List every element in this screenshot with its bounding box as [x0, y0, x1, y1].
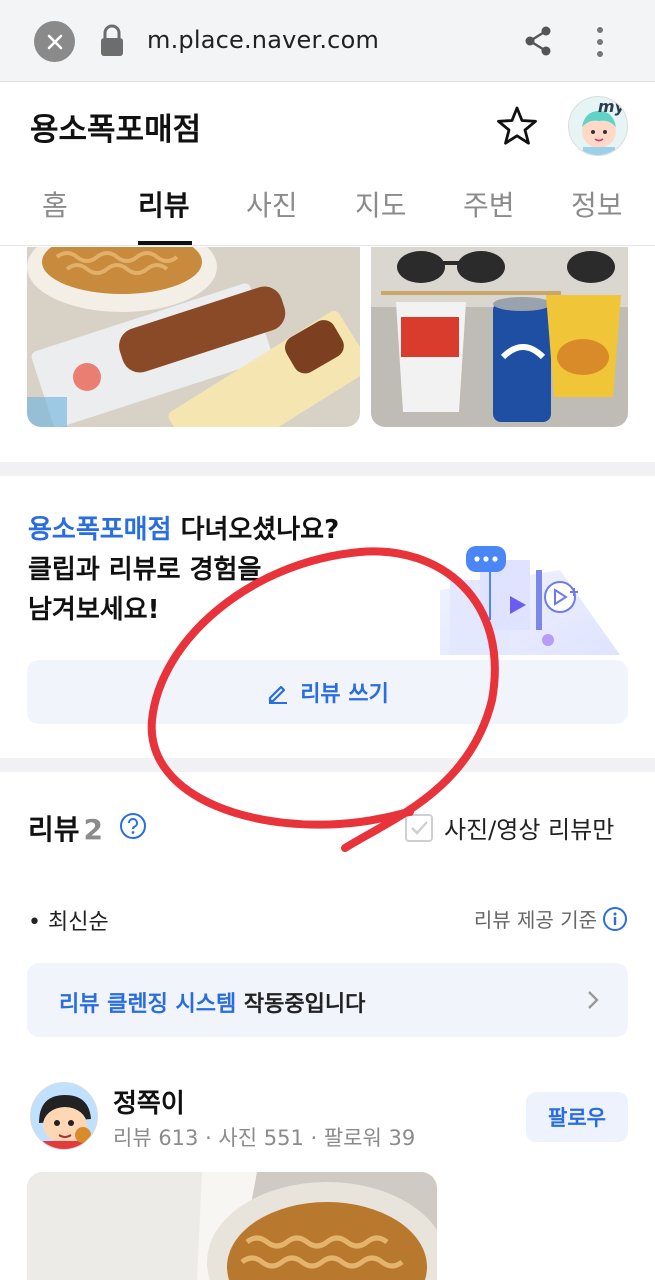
info-icon[interactable]: [602, 906, 628, 932]
follow-button[interactable]: 팔로우: [526, 1092, 628, 1142]
pencil-icon: [269, 685, 288, 704]
more-vert-icon[interactable]: [585, 22, 615, 62]
reviews-heading: 리뷰 2: [28, 808, 103, 848]
banner-text: 리뷰 클렌징 시스템 작동중입니다: [59, 986, 365, 1018]
url-text[interactable]: m.place.naver.com: [147, 26, 379, 54]
sort-latest[interactable]: • 최신순: [28, 904, 109, 936]
close-icon[interactable]: [34, 21, 75, 62]
section-divider: [0, 758, 655, 772]
tab-info[interactable]: 정보: [571, 184, 623, 224]
review-cleansing-banner[interactable]: 리뷰 클렌징 시스템 작동중입니다: [27, 963, 628, 1037]
tab-home[interactable]: 홈: [42, 184, 68, 224]
clip-illustration-icon: [440, 546, 620, 655]
reviews-count: 2: [83, 813, 104, 846]
reviewer-stats: 리뷰 613 · 사진 551 · 팔로워 39: [113, 1126, 416, 1150]
prompt-line3: 남겨보세요!: [28, 595, 160, 625]
star-icon[interactable]: [495, 104, 539, 148]
my-label: my: [597, 97, 625, 116]
reviewer-name[interactable]: 정쪽이: [113, 1083, 185, 1120]
help-icon[interactable]: [119, 812, 147, 840]
banner-rest: 작동중입니다: [236, 992, 366, 1017]
prompt-place-name[interactable]: 용소폭포매점: [28, 515, 172, 545]
reviewer-avatar[interactable]: [30, 1082, 98, 1150]
prompt-line2: 클립과 리뷰로 경험을: [28, 555, 262, 585]
banner-highlight: 리뷰 클렌징 시스템: [59, 992, 237, 1017]
tab-photo[interactable]: 사진: [246, 184, 298, 224]
tab-review[interactable]: 리뷰: [138, 184, 190, 224]
lock-icon: [101, 24, 123, 56]
tab-bar: 홈 리뷰 사진 지도 주변 정보: [0, 180, 655, 246]
tab-active-indicator: [138, 241, 192, 245]
check-icon: [411, 821, 428, 835]
tab-map[interactable]: 지도: [355, 184, 407, 224]
write-review-label: 리뷰 쓰기: [300, 682, 389, 707]
browser-url-bar: m.place.naver.com: [0, 0, 655, 82]
review-photo-ramen-beer[interactable]: [371, 247, 628, 427]
reviewer-photo[interactable]: [27, 1172, 437, 1280]
photo-video-only-checkbox[interactable]: [405, 814, 433, 842]
prompt-line1: 다녀오셨나요?: [171, 515, 340, 545]
write-review-button[interactable]: 리뷰 쓰기: [27, 660, 628, 724]
chevron-right-icon: [588, 991, 599, 1009]
cartoon-avatar-icon: [31, 1083, 97, 1149]
share-icon[interactable]: [522, 24, 554, 58]
review-photo-snacks[interactable]: [27, 247, 360, 427]
tab-nearby[interactable]: 주변: [463, 184, 515, 224]
review-criteria-link[interactable]: 리뷰 제공 기준: [474, 904, 597, 933]
my-profile-avatar[interactable]: my: [568, 96, 628, 156]
photo-video-only-label[interactable]: 사진/영상 리뷰만: [444, 810, 614, 845]
reviews-title: 리뷰: [28, 813, 80, 846]
review-prompt: 용소폭포매점 다녀오셨나요? 클립과 리뷰로 경험을 남겨보세요!: [28, 510, 448, 630]
section-divider: [0, 462, 655, 476]
place-title: 용소폭포매점: [30, 112, 202, 148]
